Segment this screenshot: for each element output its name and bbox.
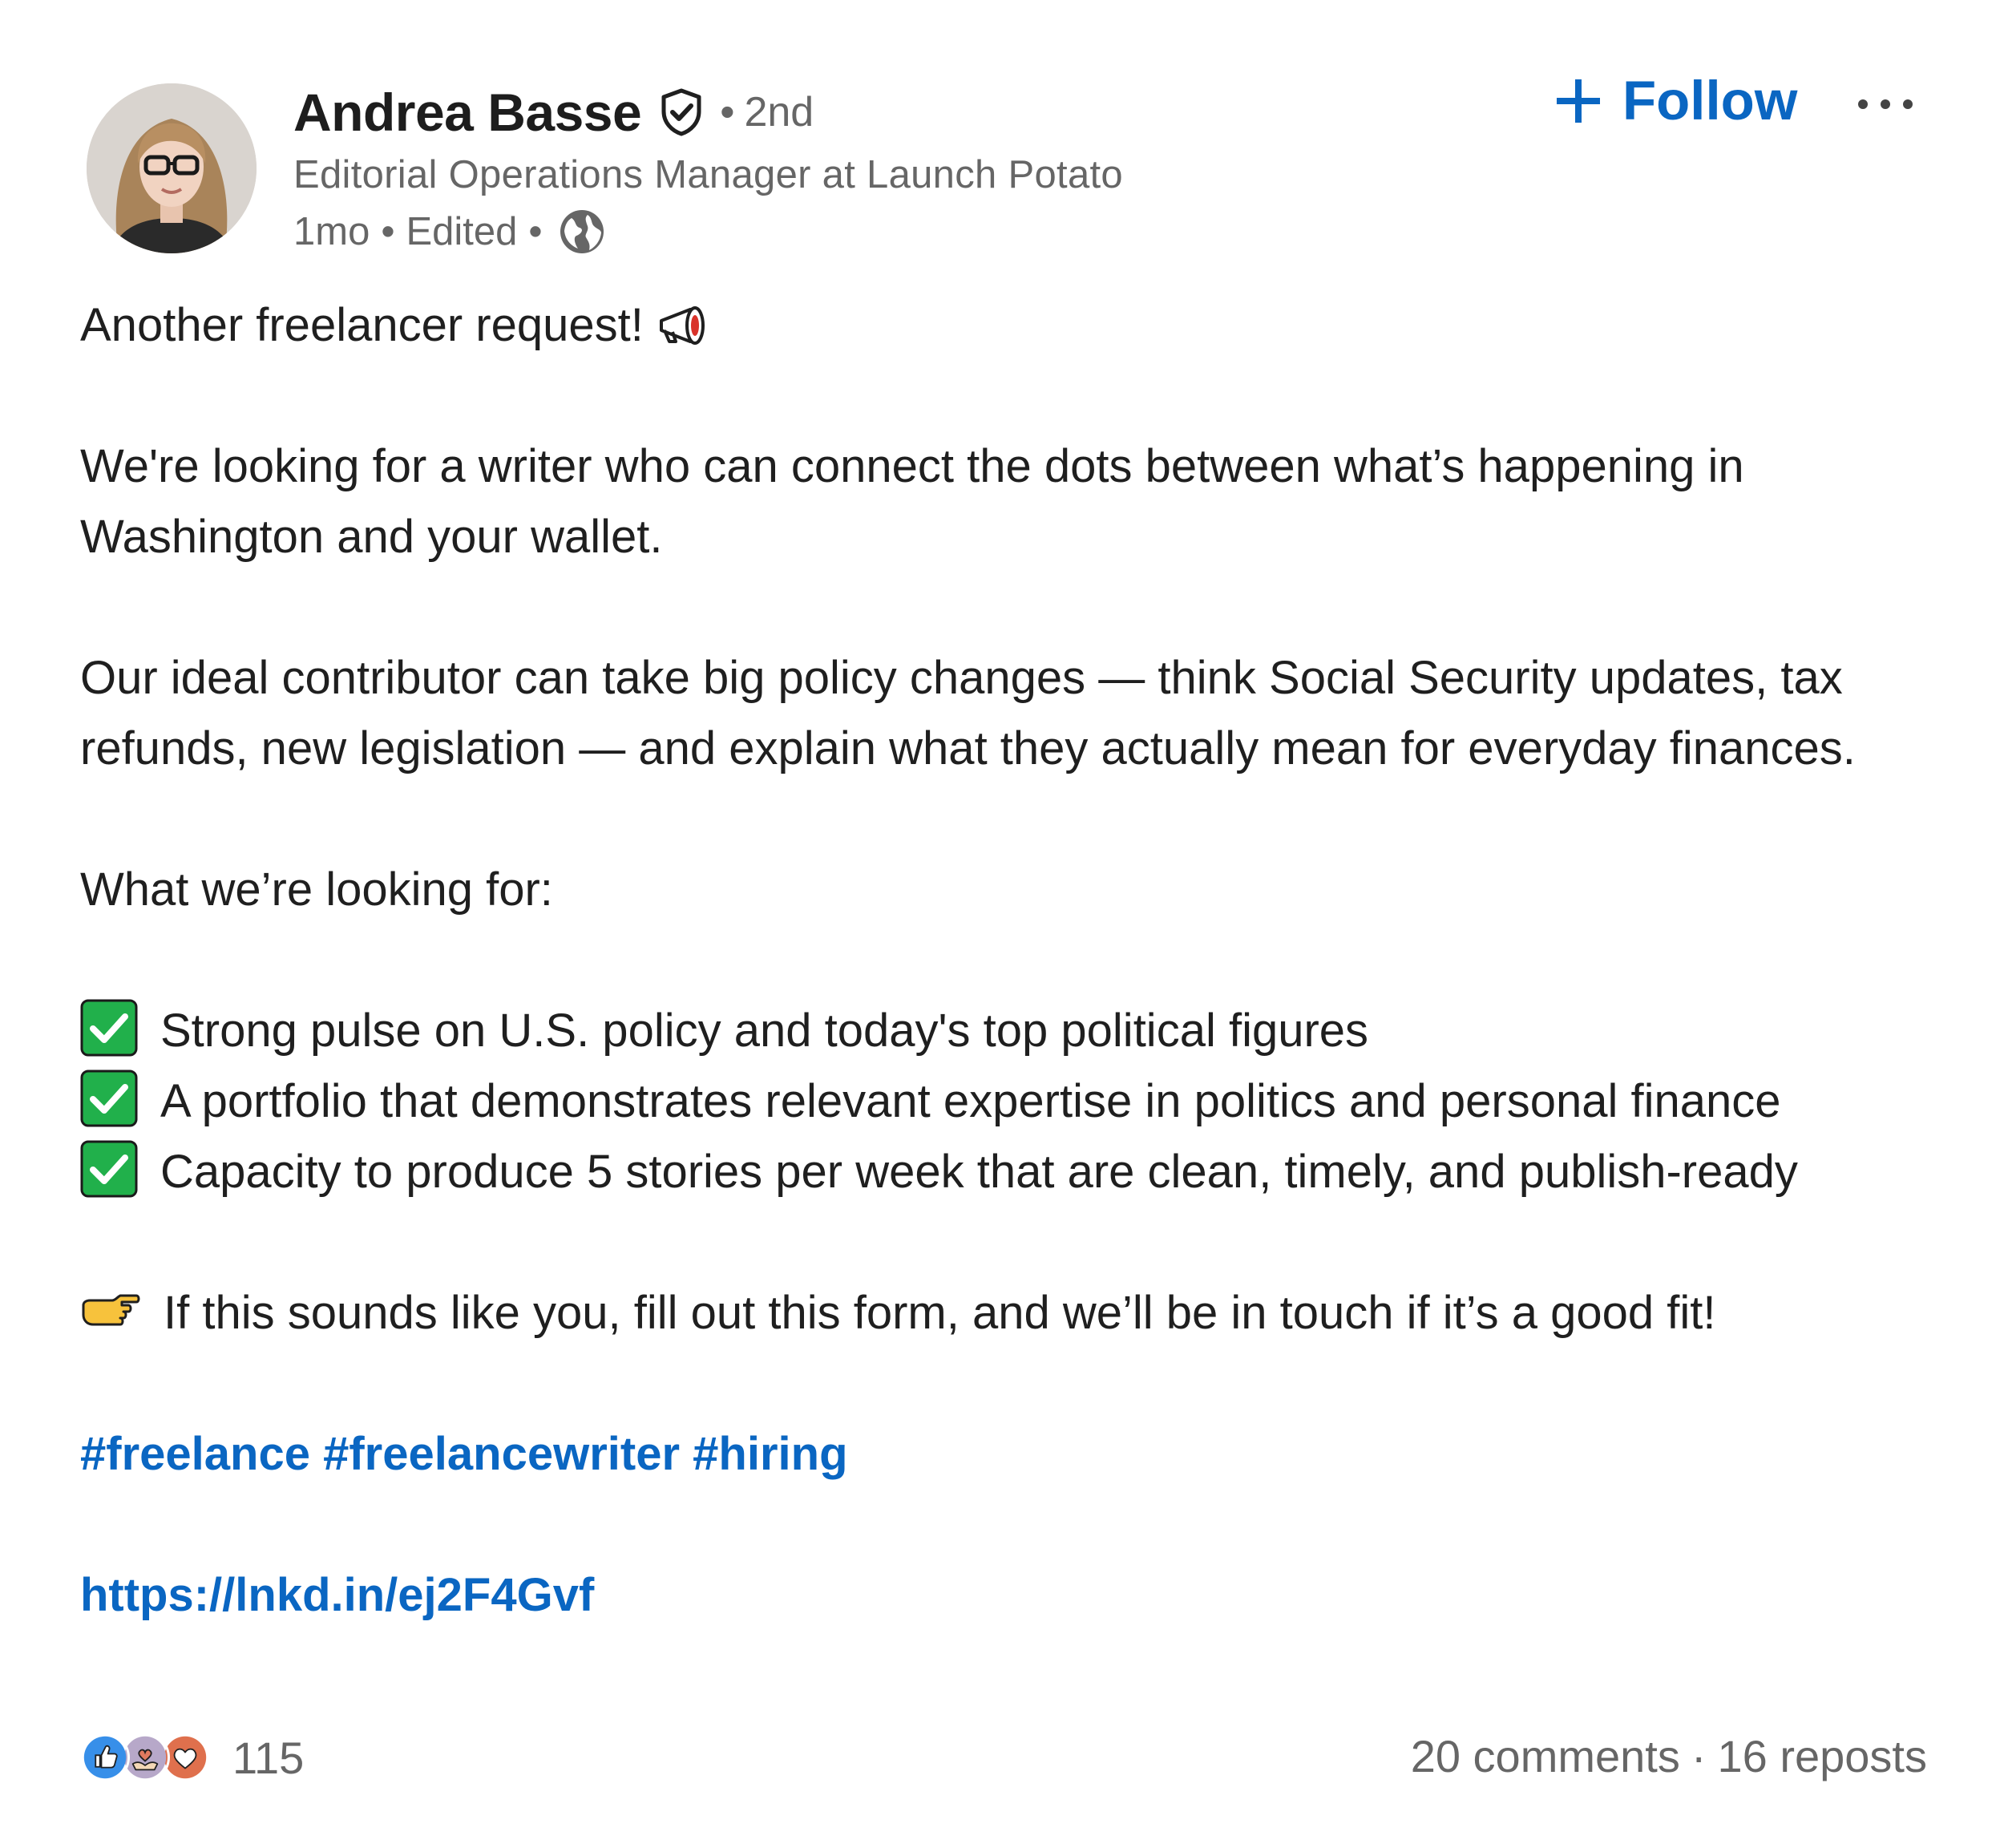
counts-separator: · <box>1691 1731 1707 1781</box>
author-name[interactable]: Andrea Basse <box>293 82 642 143</box>
edited-label: Edited <box>406 210 518 253</box>
reposts-count[interactable]: 16 reposts <box>1718 1731 1928 1781</box>
check-mark-icon <box>80 1070 138 1127</box>
post-intro-line: Another freelancer request! <box>80 290 1956 361</box>
author-avatar[interactable] <box>87 83 257 253</box>
reactions-summary[interactable]: 115 <box>80 1732 304 1784</box>
list-item: A portfolio that demonstrates relevant e… <box>80 1066 1956 1137</box>
list-item-text: Strong pulse on U.S. policy and today's … <box>160 1005 1369 1057</box>
hashtag-hiring[interactable]: #hiring <box>693 1428 847 1480</box>
list-item: Capacity to produce 5 stories per week t… <box>80 1137 1956 1207</box>
degree-label: 2nd <box>744 89 814 135</box>
hashtag-freelance[interactable]: #freelance <box>80 1428 310 1480</box>
list-item: Strong pulse on U.S. policy and today's … <box>80 996 1956 1066</box>
reactions-count: 115 <box>232 1733 305 1783</box>
follow-label: Follow <box>1622 70 1798 131</box>
more-options-button[interactable] <box>1853 80 1917 128</box>
post-intro: Another freelancer request! <box>80 299 644 351</box>
degree-separator: • <box>720 89 735 135</box>
post-paragraph-1: We're looking for a writer who can conne… <box>80 440 1744 563</box>
globe-icon <box>557 207 607 257</box>
list-item-text: A portfolio that demonstrates relevant e… <box>160 1075 1781 1127</box>
comments-count[interactable]: 20 comments <box>1411 1731 1680 1781</box>
check-mark-icon <box>80 1140 138 1198</box>
hashtag-freelancewriter[interactable]: #freelancewriter <box>323 1428 680 1480</box>
reaction-icons <box>80 1732 221 1784</box>
avatar-photo <box>87 83 257 253</box>
hashtags: #freelance #freelancewriter #hiring <box>80 1419 1956 1490</box>
list-heading: What we’re looking for: <box>80 863 553 916</box>
pointing-hand-icon <box>80 1288 141 1332</box>
like-reaction-icon <box>80 1732 130 1782</box>
call-to-action-text: If this sounds like you, fill out this f… <box>164 1287 1716 1339</box>
connection-degree: • 2nd <box>720 88 814 136</box>
check-mark-icon <box>80 999 138 1057</box>
meta-separator: • <box>381 210 395 253</box>
post-meta: 1mo • Edited • <box>293 207 607 257</box>
meta-separator: • <box>528 210 543 253</box>
social-counts: 20 comments · 16 reposts <box>1411 1730 1927 1782</box>
author-headline: Editorial Operations Manager at Launch P… <box>293 153 1123 196</box>
post-time[interactable]: 1mo <box>293 209 370 254</box>
megaphone-icon <box>655 301 719 350</box>
post-link[interactable]: https://lnkd.in/ej2F4Gvf <box>80 1569 594 1621</box>
list-item-text: Capacity to produce 5 stories per week t… <box>160 1146 1798 1198</box>
follow-button[interactable]: Follow <box>1555 69 1797 132</box>
author-line: Andrea Basse • 2nd <box>293 82 814 143</box>
shield-check-icon[interactable] <box>659 87 704 137</box>
ellipsis-icon <box>1858 99 1913 109</box>
call-to-action: If this sounds like you, fill out this f… <box>80 1278 1956 1349</box>
post-paragraph-2: Our ideal contributor can take big polic… <box>80 652 1856 774</box>
post-body: Another freelancer request! We're lookin… <box>80 290 1956 1631</box>
plus-icon <box>1555 78 1602 124</box>
